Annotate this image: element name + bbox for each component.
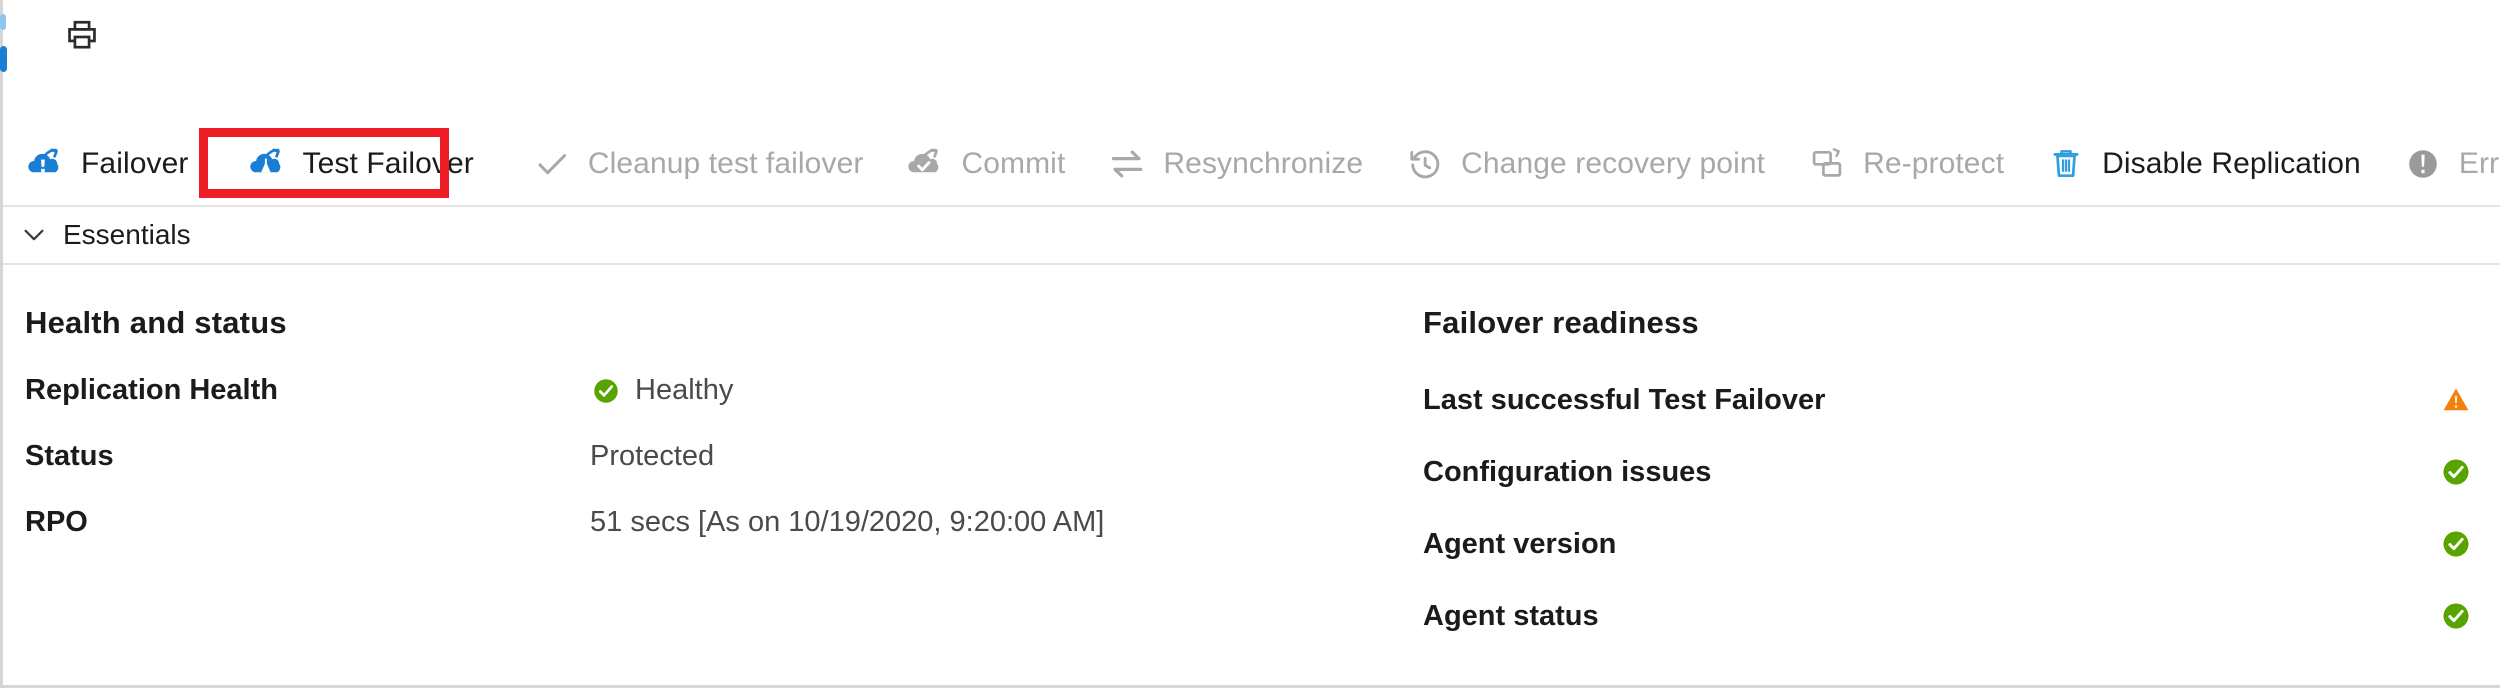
row-key: Status: [25, 440, 114, 472]
top-toolbar: [0, 0, 2500, 78]
action-command-bar: Failover Test Failover Cleanup test fail…: [3, 130, 2500, 198]
row-status: Status Protected: [25, 440, 1345, 473]
row-key: Replication Health: [25, 374, 278, 406]
row-key: Agent status: [1423, 599, 1599, 632]
failover-readiness-section: Failover readiness Last successful Test …: [1423, 263, 2473, 633]
checkmark-icon: [532, 144, 572, 184]
print-button[interactable]: [59, 12, 105, 58]
command-label: Cleanup test failover: [587, 147, 864, 180]
commit-icon: [905, 144, 945, 184]
command-label: Disable Replication: [2102, 147, 2361, 180]
row-key: Agent version: [1423, 527, 1617, 560]
trash-icon: [2046, 144, 2086, 184]
success-check-icon: [2439, 455, 2473, 489]
essentials-label: Essentials: [63, 219, 191, 250]
failover-icon: [25, 144, 65, 184]
command-label: Failover: [81, 147, 189, 180]
row-value-wrap: 51 secs [As on 10/19/2020, 9:20:00 AM]: [590, 506, 1104, 539]
row-last-successful-test-failover: Last successful Test Failover: [1423, 383, 2473, 417]
row-replication-health: Replication Health Healthy: [25, 374, 1345, 407]
row-agent-version: Agent version: [1423, 527, 2473, 561]
essentials-toggle[interactable]: Essentials: [3, 207, 2500, 263]
command-label: Re-protect: [1863, 147, 2005, 180]
row-key: Configuration issues: [1423, 455, 1712, 488]
row-rpo: RPO 51 secs [As on 10/19/2020, 9:20:00 A…: [25, 506, 1345, 539]
row-key: RPO: [25, 506, 88, 538]
left-edge-partial-icon: [0, 14, 7, 72]
row-value: Protected: [590, 440, 715, 472]
row-key: Last successful Test Failover: [1423, 383, 1826, 416]
resynchronize-icon: [1107, 144, 1147, 184]
command-resynchronize: Resynchronize: [1107, 133, 1381, 195]
chevron-down-icon: [17, 218, 51, 252]
command-cleanup-test-failover: Cleanup test failover: [532, 133, 882, 195]
row-configuration-issues: Configuration issues: [1423, 455, 2473, 489]
command-label: Resynchronize: [1163, 147, 1364, 180]
section-title: Failover readiness: [1423, 305, 1699, 340]
command-disable-replication[interactable]: Disable Replication: [2046, 133, 2379, 195]
command-test-failover[interactable]: Test Failover: [247, 133, 492, 195]
health-and-status-section: Health and status Replication Health Hea…: [25, 263, 1345, 539]
row-value-wrap: Protected: [590, 440, 714, 473]
row-agent-status: Agent status: [1423, 599, 2473, 633]
error-icon: [2403, 144, 2443, 184]
command-re-protect: Re-protect: [1807, 133, 2022, 195]
section-title: Health and status: [25, 305, 287, 340]
command-label: Error Details: [2458, 147, 2500, 180]
command-commit: Commit: [905, 133, 1083, 195]
essentials-content: Health and status Replication Health Hea…: [3, 263, 2500, 632]
command-label: Change recovery point: [1461, 147, 1766, 180]
row-value: 51 secs [As on 10/19/2020, 9:20:00 AM]: [590, 506, 1105, 538]
row-value-wrap: Healthy: [590, 374, 733, 407]
command-label: Commit: [961, 147, 1066, 180]
success-check-icon: [590, 375, 622, 407]
test-failover-icon: [247, 144, 287, 184]
replication-item-overview-pane: Failover Test Failover Cleanup test fail…: [0, 0, 2500, 688]
reprotect-icon: [1807, 144, 1847, 184]
command-error-details: Error Details: [2403, 133, 2500, 195]
command-failover[interactable]: Failover: [25, 133, 207, 195]
command-label: Test Failover: [302, 147, 474, 180]
clock-history-icon: [1405, 144, 1445, 184]
success-check-icon: [2439, 527, 2473, 561]
warning-triangle-icon: [2439, 383, 2473, 417]
command-change-recovery-point: Change recovery point: [1405, 133, 1783, 195]
row-value: Healthy: [635, 374, 734, 406]
success-check-icon: [2439, 599, 2473, 633]
print-icon: [68, 20, 96, 49]
